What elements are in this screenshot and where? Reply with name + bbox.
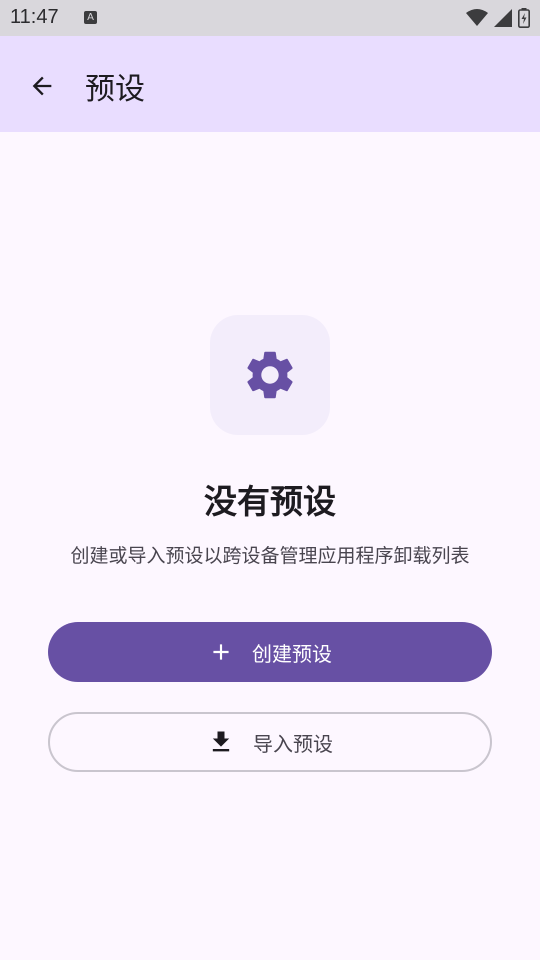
arrow-back-icon: [32, 76, 52, 96]
status-bar: 11:47 A: [0, 0, 540, 36]
page-title: 预设: [85, 72, 145, 107]
create-preset-label: 创建预设: [252, 641, 332, 666]
status-time: 11:47: [10, 6, 59, 28]
import-preset-button[interactable]: 导入预设: [48, 712, 492, 772]
empty-state-title: 没有预设: [204, 482, 336, 521]
plus-icon: [208, 639, 234, 665]
gear-icon: [247, 351, 293, 399]
signal-icon: [494, 9, 512, 27]
notification-a-icon: A: [84, 11, 97, 24]
status-icons: [466, 8, 530, 28]
back-button[interactable]: [22, 66, 62, 106]
empty-state-icon-container: [210, 315, 330, 435]
download-icon: [207, 728, 235, 756]
app-bar: 预设: [0, 36, 540, 132]
empty-state-description: 创建或导入预设以跨设备管理应用程序卸载列表: [70, 545, 470, 567]
import-preset-label: 导入预设: [253, 731, 333, 756]
wifi-icon: [466, 9, 488, 26]
create-preset-button[interactable]: 创建预设: [48, 622, 492, 682]
battery-icon: [518, 8, 530, 28]
